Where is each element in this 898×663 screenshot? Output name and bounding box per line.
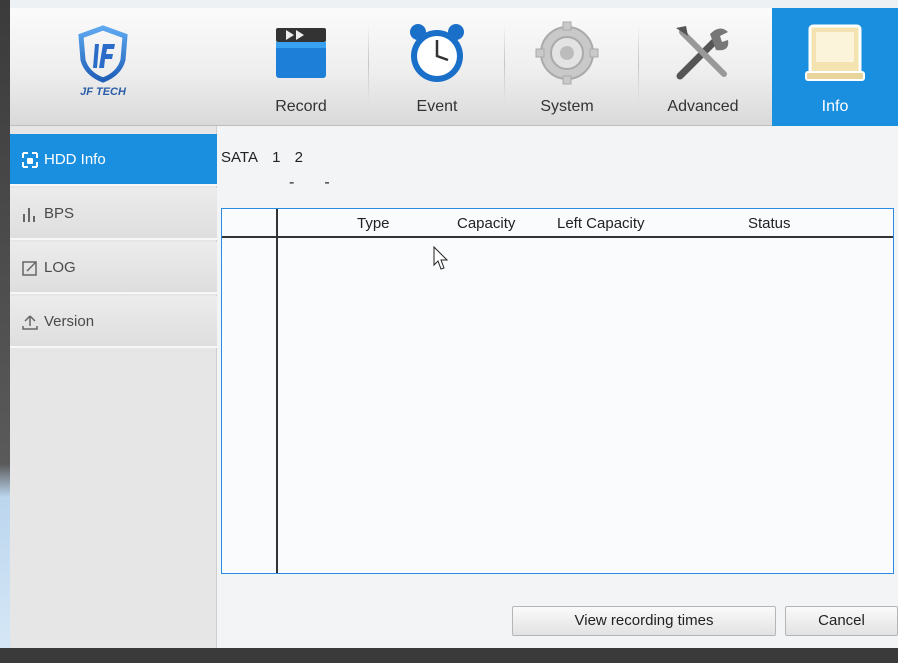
left-sidebar: HDD Info BPS LOG Version (10, 126, 217, 648)
logo-text: JF TECH (80, 86, 126, 98)
sata-port-1: 1 (272, 149, 281, 166)
nav-event[interactable]: Event (372, 8, 502, 126)
sidebar-item-hdd-info[interactable]: HDD Info (10, 134, 217, 186)
column-header-type: Type (357, 215, 390, 232)
nav-info-label: Info (821, 98, 849, 115)
column-header-capacity: Capacity (457, 215, 516, 232)
sata-status-row: -- (289, 174, 360, 192)
view-recording-times-button[interactable]: View recording times (512, 606, 776, 636)
nav-record[interactable]: Record (236, 8, 366, 126)
gear-icon (535, 21, 599, 85)
nav-event-label: Event (416, 98, 458, 115)
top-navigation-bar: JF TECH Record Event System Advanced Inf… (10, 8, 898, 126)
sata-status-2: - (324, 174, 360, 191)
nav-system-label: System (540, 98, 594, 115)
info-document-icon (805, 24, 865, 81)
window-left-edge (0, 0, 10, 663)
sata-status-1: - (289, 174, 325, 191)
hdd-info-panel: SATA 1 2 -- Type Capacity Left Capacity … (217, 126, 898, 648)
brand-logo: JF TECH (48, 22, 158, 112)
sata-ports-row: SATA 1 2 (221, 149, 313, 166)
sidebar-item-label: LOG (44, 259, 76, 276)
log-edit-icon (22, 261, 37, 276)
version-upload-icon (22, 315, 38, 330)
table-header-divider (222, 236, 893, 238)
record-clapper-icon (276, 28, 326, 78)
sidebar-item-label: BPS (44, 205, 75, 222)
tools-icon (676, 26, 729, 80)
sidebar-item-log[interactable]: LOG (10, 242, 217, 294)
column-header-left-capacity: Left Capacity (557, 215, 645, 232)
cancel-button[interactable]: Cancel (785, 606, 898, 636)
nav-advanced[interactable]: Advanced (638, 8, 768, 126)
sidebar-item-bps[interactable]: BPS (10, 188, 217, 240)
sidebar-item-label: Version (44, 313, 95, 330)
dvr-main-window: JF TECH Record Event System Advanced Inf… (0, 0, 898, 663)
sidebar-item-version[interactable]: Version (10, 296, 217, 348)
sata-port-2: 2 (294, 149, 303, 166)
nav-divider (368, 24, 369, 104)
nav-advanced-label: Advanced (667, 98, 739, 115)
bar-chart-icon (23, 208, 35, 222)
bottom-status-bar (0, 648, 898, 663)
shield-logo-icon (78, 25, 128, 83)
hdd-icon (22, 152, 38, 168)
nav-info[interactable]: Info (772, 8, 898, 126)
sata-label: SATA (221, 149, 258, 166)
hdd-info-table[interactable]: Type Capacity Left Capacity Status (221, 208, 894, 574)
nav-system[interactable]: System (502, 8, 632, 126)
sidebar-item-label: HDD Info (44, 151, 106, 168)
mouse-cursor-icon (433, 246, 449, 270)
table-column-divider (276, 209, 278, 573)
column-header-status: Status (748, 215, 791, 232)
alarm-clock-icon (410, 24, 464, 82)
nav-record-label: Record (275, 98, 327, 115)
